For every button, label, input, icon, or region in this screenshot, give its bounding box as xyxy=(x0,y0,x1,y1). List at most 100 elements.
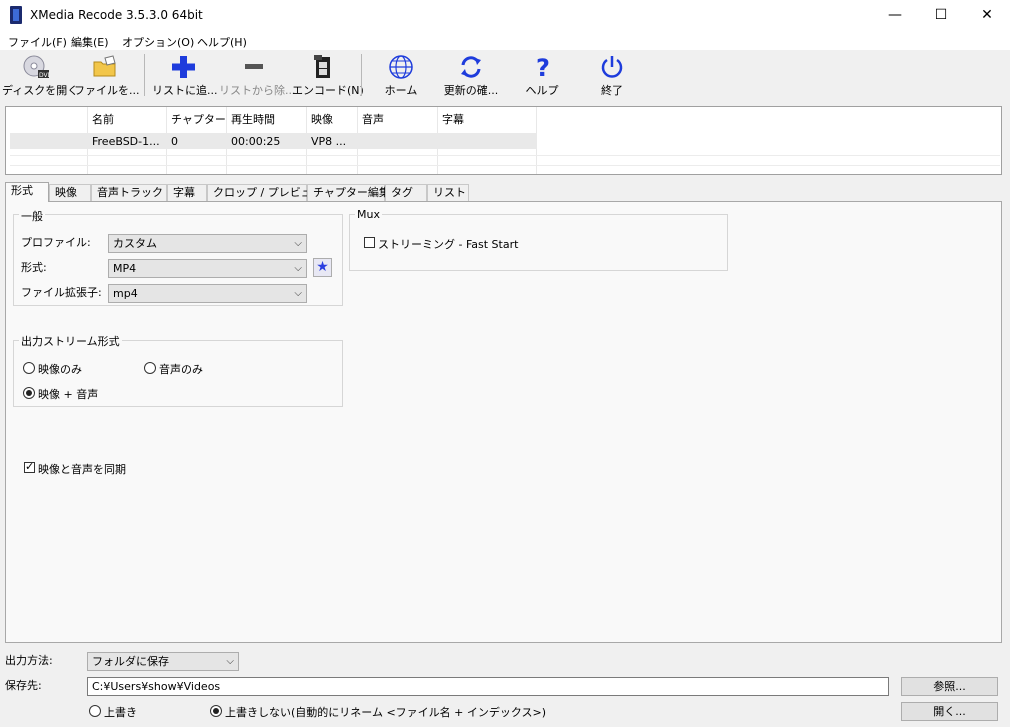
mux-group-title: Mux xyxy=(355,208,382,221)
no-overwrite-radio[interactable] xyxy=(210,705,222,717)
remove-from-list-button[interactable]: リストから除... xyxy=(219,52,296,100)
extension-label: ファイル拡張子: xyxy=(21,286,102,299)
svg-text:?: ? xyxy=(536,54,550,80)
help-button[interactable]: ? ヘルプ xyxy=(512,52,572,100)
video-only-radio[interactable] xyxy=(23,362,35,374)
chevron-down-icon: ⌵ xyxy=(294,288,302,299)
title-bar: XMedia Recode 3.5.3.0 64bit — ☐ ✕ xyxy=(0,0,1010,31)
exit-button[interactable]: 終了 xyxy=(582,52,642,100)
video-only-label[interactable]: 映像のみ xyxy=(38,361,82,377)
cell-video: VP8 ... xyxy=(311,135,347,148)
svg-text:DVD: DVD xyxy=(39,72,50,79)
format-select[interactable]: MP4 ⌵ xyxy=(108,259,307,278)
format-value: MP4 xyxy=(113,262,137,275)
chevron-down-icon: ⌵ xyxy=(226,656,234,667)
sync-label[interactable]: 映像と音声を同期 xyxy=(38,461,126,477)
plus-icon xyxy=(172,56,195,78)
tab-strip: 形式 映像 音声トラック 1 字幕 クロップ / プレビュー チャプター編集 タ… xyxy=(5,182,1002,202)
film-encode-icon xyxy=(314,55,330,78)
encode-label: エンコード(N) xyxy=(292,84,364,97)
toolbar: DVD ディスクを開く ファイルを... リストに追... リストから除... … xyxy=(0,50,1010,102)
tab-video[interactable]: 映像 xyxy=(49,184,91,201)
star-icon: ★ xyxy=(316,259,329,275)
check-update-button[interactable]: 更新の確... xyxy=(440,52,502,100)
tab-tags[interactable]: タグ xyxy=(385,184,427,201)
disc-icon: DVD xyxy=(23,55,50,79)
cell-duration: 00:00:25 xyxy=(231,135,281,148)
overwrite-label[interactable]: 上書き xyxy=(104,704,137,720)
general-group-title: 一般 xyxy=(19,208,45,224)
chevron-down-icon: ⌵ xyxy=(294,263,302,274)
check-update-label: 更新の確... xyxy=(443,84,499,97)
format-label: 形式: xyxy=(21,261,47,274)
column-header-name[interactable]: 名前 xyxy=(92,111,114,127)
cell-name: FreeBSD-1... xyxy=(92,135,160,148)
add-to-list-label: リストに追... xyxy=(152,84,218,97)
open-folder-button[interactable]: 開く... xyxy=(901,702,998,721)
streaming-label[interactable]: ストリーミング - Fast Start xyxy=(378,236,518,252)
browse-button[interactable]: 参照... xyxy=(901,677,998,696)
save-path-input[interactable]: C:¥Users¥show¥Videos xyxy=(87,677,889,696)
globe-icon xyxy=(389,55,413,79)
row-divider xyxy=(10,155,1000,156)
exit-label: 終了 xyxy=(601,84,623,97)
close-button[interactable]: ✕ xyxy=(964,0,1010,31)
streaming-checkbox[interactable] xyxy=(364,237,375,248)
profile-select[interactable]: カスタム ⌵ xyxy=(108,234,307,253)
favorite-star-button[interactable]: ★ xyxy=(313,258,332,277)
overwrite-radio[interactable] xyxy=(89,705,101,717)
open-disc-button[interactable]: DVD ディスクを開く xyxy=(2,52,79,100)
tab-subtitle[interactable]: 字幕 xyxy=(167,184,207,201)
profile-label: プロファイル: xyxy=(21,236,91,249)
menu-file[interactable]: ファイル(F) xyxy=(8,34,67,50)
extension-select[interactable]: mp4 ⌵ xyxy=(108,284,307,303)
home-button[interactable]: ホーム xyxy=(370,52,432,100)
sync-checkbox[interactable] xyxy=(24,460,35,473)
power-icon xyxy=(601,56,623,78)
profile-value: カスタム xyxy=(113,237,157,250)
menu-bar: ファイル(F) 編集(E) オプション(O) ヘルプ(H) xyxy=(0,31,1010,50)
audio-only-label[interactable]: 音声のみ xyxy=(159,361,203,377)
remove-from-list-label: リストから除... xyxy=(219,84,296,97)
no-overwrite-label[interactable]: 上書きしない(自動的にリネーム <ファイル名 + インデックス>) xyxy=(225,704,546,720)
column-header-subtitle[interactable]: 字幕 xyxy=(442,111,464,127)
column-header-audio[interactable]: 音声 xyxy=(362,111,384,127)
video-audio-radio[interactable] xyxy=(23,387,35,399)
open-disc-label: ディスクを開く xyxy=(2,84,79,97)
tab-format[interactable]: 形式 xyxy=(5,182,49,202)
tab-list[interactable]: リスト xyxy=(427,184,469,201)
cell-chapters: 0 xyxy=(171,135,178,148)
home-label: ホーム xyxy=(384,84,418,97)
output-method-select[interactable]: フォルダに保存 ⌵ xyxy=(87,652,239,671)
tab-crop-preview[interactable]: クロップ / プレビュー xyxy=(207,184,323,201)
help-label: ヘルプ xyxy=(525,84,559,97)
file-list[interactable]: 名前 チャプター 再生時間 映像 音声 字幕 FreeBSD-1... 0 00… xyxy=(5,106,1002,175)
row-divider xyxy=(10,165,1000,166)
column-header-chapters[interactable]: チャプター xyxy=(171,111,226,127)
encode-button[interactable]: エンコード(N) xyxy=(292,52,364,100)
minus-icon xyxy=(245,64,263,69)
open-file-label: ファイルを... xyxy=(74,84,140,97)
output-method-value: フォルダに保存 xyxy=(92,655,169,668)
column-header-video[interactable]: 映像 xyxy=(311,111,333,127)
column-header-duration[interactable]: 再生時間 xyxy=(231,111,275,127)
tab-chapter-edit[interactable]: チャプター編集 xyxy=(307,184,390,201)
video-audio-label[interactable]: 映像 + 音声 xyxy=(38,386,98,402)
audio-only-radio[interactable] xyxy=(144,362,156,374)
app-logo-icon xyxy=(10,6,22,24)
window-title: XMedia Recode 3.5.3.0 64bit xyxy=(30,8,203,22)
save-to-label: 保存先: xyxy=(5,679,42,692)
minimize-button[interactable]: — xyxy=(872,0,918,31)
menu-help[interactable]: ヘルプ(H) xyxy=(197,34,247,50)
output-stream-group-title: 出力ストリーム形式 xyxy=(19,333,122,349)
extension-value: mp4 xyxy=(113,287,138,300)
menu-options[interactable]: オプション(O) xyxy=(122,34,194,50)
tab-audio-track-1[interactable]: 音声トラック 1 xyxy=(91,184,174,201)
menu-edit[interactable]: 編集(E) xyxy=(71,34,109,50)
toolbar-separator xyxy=(144,54,145,96)
refresh-icon xyxy=(461,56,481,78)
maximize-button[interactable]: ☐ xyxy=(918,0,964,31)
add-to-list-button[interactable]: リストに追... xyxy=(152,52,218,100)
open-file-button[interactable]: ファイルを... xyxy=(74,52,140,100)
toolbar-separator xyxy=(361,54,362,96)
